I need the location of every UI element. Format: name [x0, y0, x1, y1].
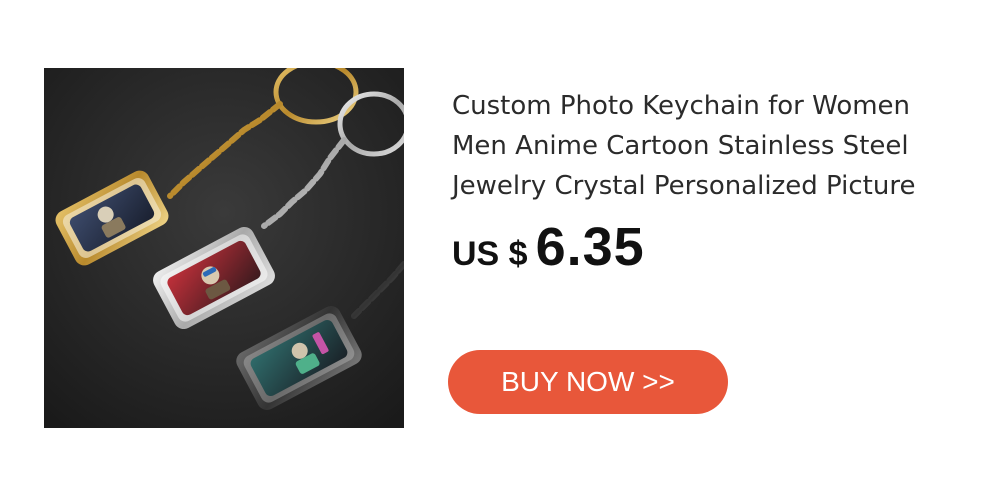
product-price: US $ 6.35 [452, 216, 645, 286]
keychain-photo [44, 68, 404, 428]
product-title: Custom Photo Keychain for Women Men Anim… [452, 86, 972, 206]
product-image[interactable] [44, 68, 404, 428]
product-title-line-3: Jewelry Crystal Personalized Picture [452, 171, 916, 201]
price-currency: US $ [452, 235, 528, 273]
product-title-line-2: Men Anime Cartoon Stainless Steel [452, 131, 909, 161]
price-amount: 6.35 [535, 217, 645, 277]
buy-now-button[interactable]: BUY NOW >> [448, 350, 728, 414]
product-title-line-1: Custom Photo Keychain for Women [452, 91, 911, 121]
